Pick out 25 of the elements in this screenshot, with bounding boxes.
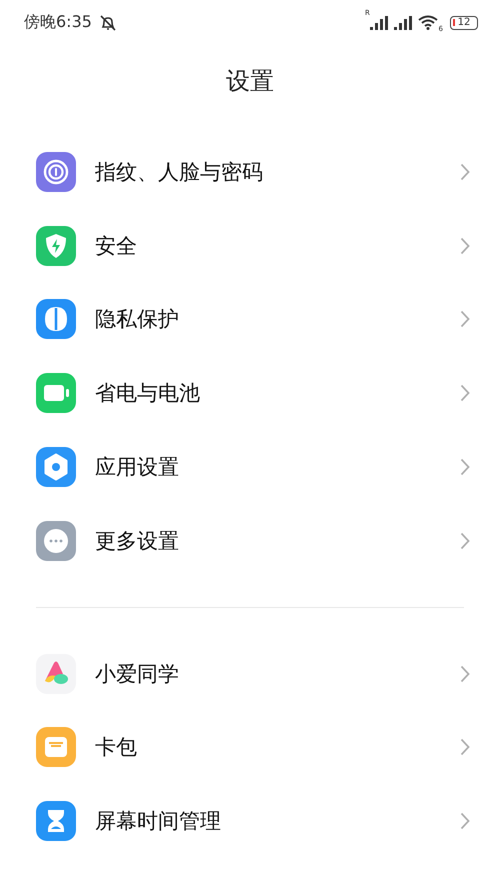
settings-item[interactable]: 省电与电池 xyxy=(0,356,500,430)
bell-muted-icon xyxy=(98,14,118,32)
chevron-icon xyxy=(460,664,470,683)
chevron-icon xyxy=(460,812,470,830)
chevron-icon xyxy=(460,738,470,756)
settings-item[interactable]: 屏幕时间管理 xyxy=(0,784,500,858)
chevron-icon xyxy=(460,310,470,328)
chevron-icon xyxy=(460,236,470,255)
chevron-icon xyxy=(460,532,470,550)
chevron-icon xyxy=(460,458,470,476)
signal-icon xyxy=(370,16,388,30)
settings-item[interactable]: 小爱同学 xyxy=(0,636,500,711)
settings-item[interactable]: 指纹、人脸与密码 xyxy=(0,135,500,209)
wifi-icon xyxy=(418,15,438,30)
settings-item[interactable]: 应用设置 xyxy=(0,430,500,504)
settings-item[interactable]: 安全 xyxy=(0,208,500,283)
signal-icon xyxy=(394,16,412,30)
settings-item[interactable]: 卡包 xyxy=(0,710,500,784)
settings-item[interactable]: 更多设置 xyxy=(0,504,500,578)
page-title: 设置 xyxy=(226,66,274,97)
status-time: 傍晚6:35 xyxy=(24,12,92,33)
battery-icon: 12 xyxy=(450,16,478,30)
chevron-icon xyxy=(460,162,470,181)
chevron-icon xyxy=(460,384,470,402)
settings-item[interactable]: 隐私保护 xyxy=(0,282,500,356)
